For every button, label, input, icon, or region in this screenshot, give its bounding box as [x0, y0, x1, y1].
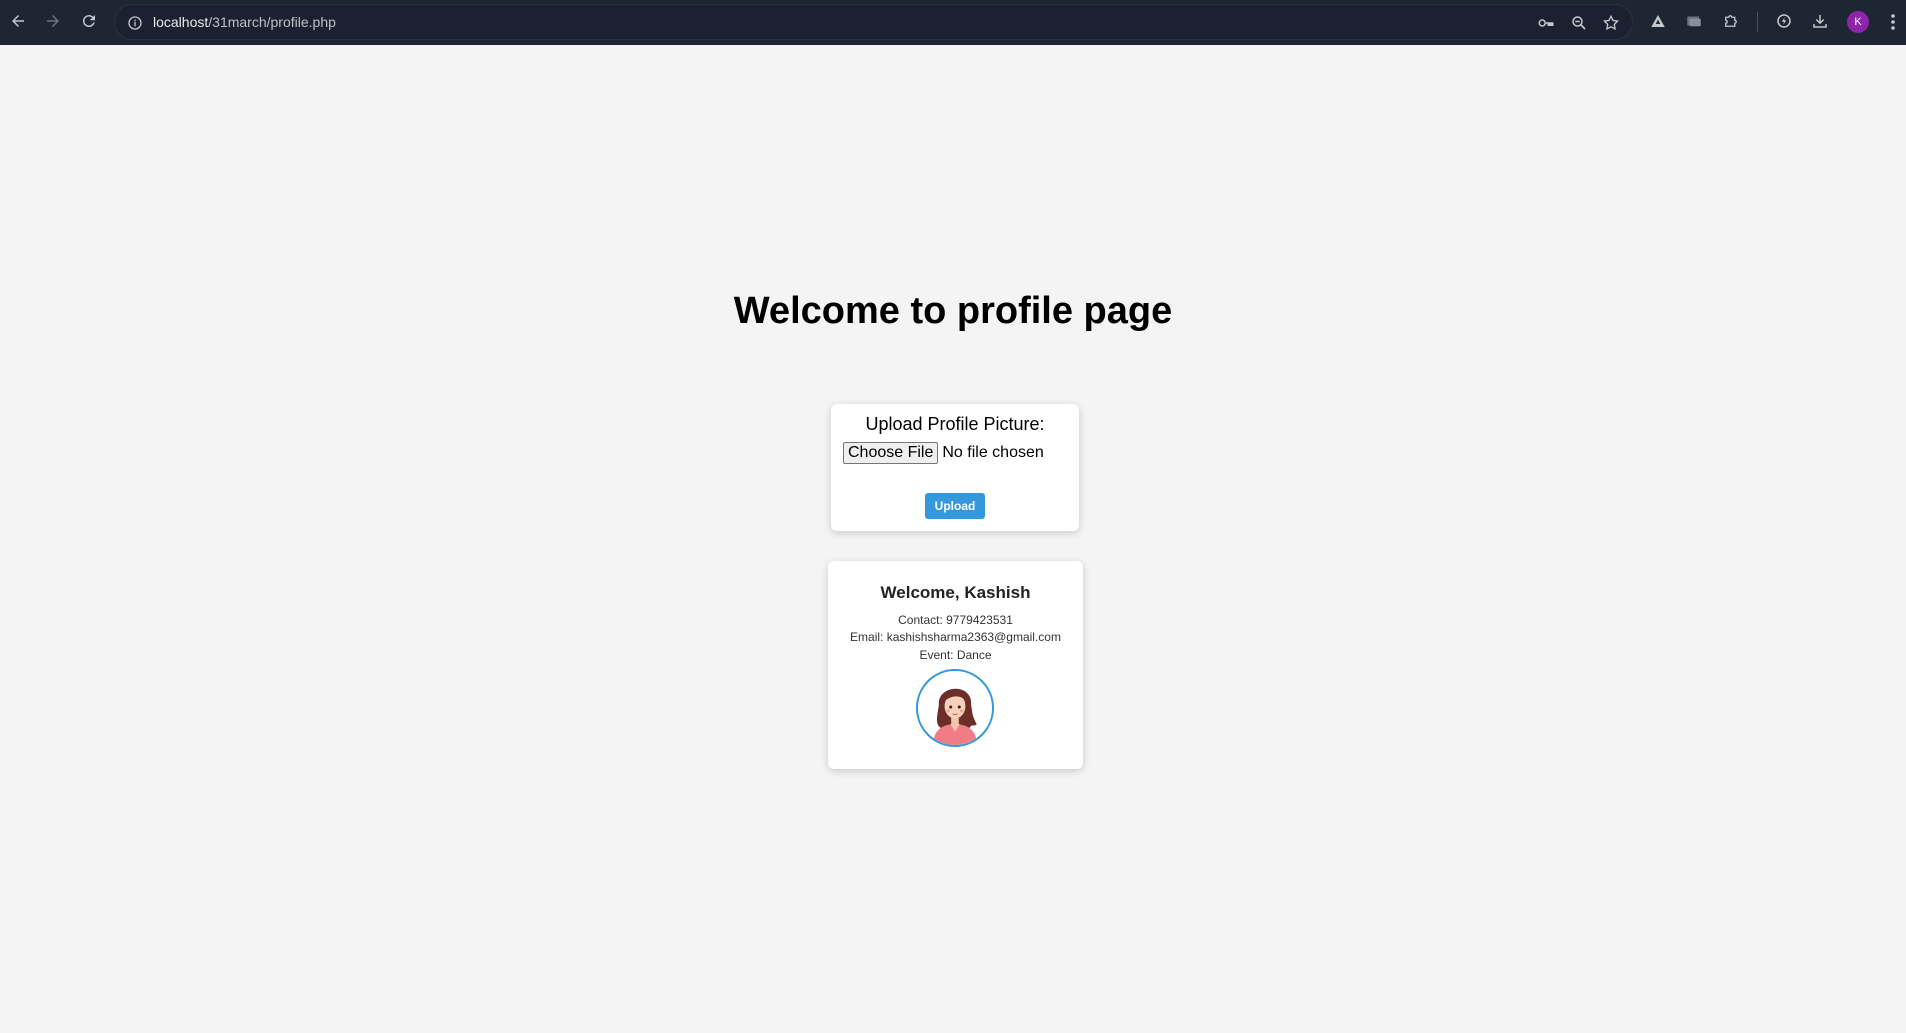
address-bar[interactable]: localhost/31march/profile.php [114, 4, 1633, 40]
girl-avatar-icon [933, 688, 977, 745]
profile-card: Welcome, Kashish Contact: 9779423531 Ema… [828, 561, 1083, 769]
profile-avatar-button[interactable]: K [1847, 11, 1869, 33]
file-status-text: No file chosen [942, 444, 1044, 461]
puzzle-extensions-icon[interactable] [1720, 10, 1742, 32]
forward-button[interactable] [40, 8, 66, 34]
reload-button[interactable] [76, 8, 102, 34]
upload-form-card: Upload Profile Picture: Choose File No f… [831, 404, 1079, 531]
key-icon[interactable] [1536, 13, 1556, 33]
zoom-icon[interactable] [1569, 13, 1589, 33]
star-icon[interactable] [1601, 13, 1621, 33]
event-text: Event: Dance [919, 648, 992, 662]
toolbar-separator [1757, 12, 1758, 32]
info-icon[interactable] [125, 13, 145, 33]
back-arrow-icon [12, 15, 24, 27]
upload-button[interactable]: Upload [925, 493, 985, 519]
back-button[interactable] [5, 8, 31, 34]
upload-label: Upload Profile Picture: [865, 414, 1045, 434]
triangle-extension-icon[interactable] [1647, 10, 1669, 32]
url-host: localhost [153, 14, 209, 30]
download-icon[interactable] [1809, 10, 1831, 32]
file-input[interactable]: Choose File No file chosen [843, 442, 1044, 464]
url-path: /31march/profile.php [208, 14, 336, 30]
url-text[interactable]: localhost/31march/profile.php [153, 14, 336, 30]
page-body [0, 45, 1906, 1033]
reload-icon [82, 15, 95, 28]
browser-toolbar: localhost/31march/profile.php K [0, 0, 1906, 45]
choose-file-button[interactable]: Choose File [843, 442, 939, 464]
forward-arrow-icon [47, 15, 59, 27]
welcome-message: Welcome, Kashish [880, 583, 1031, 602]
profile-picture [916, 669, 994, 747]
contact-text: Contact: 9779423531 [898, 613, 1013, 627]
folder-extension-icon[interactable] [1683, 10, 1705, 32]
email-text: Email: kashishsharma2363@gmail.com [850, 630, 1061, 644]
performance-icon[interactable] [1773, 10, 1795, 32]
page-title: Welcome to profile page [733, 290, 1173, 332]
more-vert-icon[interactable] [1886, 11, 1900, 33]
